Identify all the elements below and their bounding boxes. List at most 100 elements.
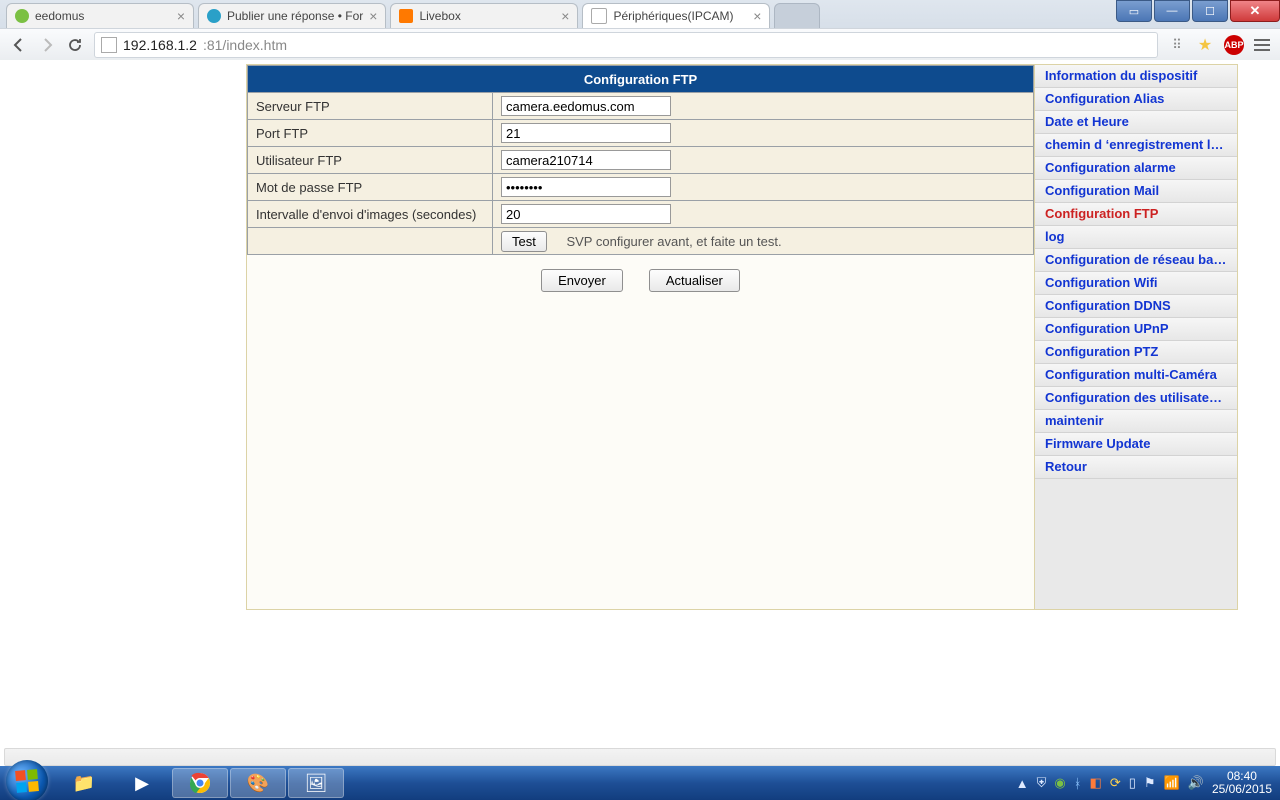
page-viewport: Configuration FTP Serveur FTP Port FTP U… <box>0 60 1280 766</box>
ftp-interval-input[interactable] <box>501 204 671 224</box>
sidebar-item-multicam[interactable]: Configuration multi-Caméra <box>1035 364 1237 387</box>
media-icon: ▶ <box>135 773 149 794</box>
ftp-port-input[interactable] <box>501 123 671 143</box>
taskbar-pictures[interactable]: 🖼 <box>288 768 344 798</box>
sidebar-item-device-info[interactable]: Information du dispositif <box>1035 65 1237 88</box>
window-maximize-button[interactable]: ☐ <box>1192 0 1228 22</box>
horizontal-scrollbar[interactable] <box>4 748 1276 766</box>
forward-button[interactable] <box>38 36 56 54</box>
tray-sync-icon[interactable]: ⟳ <box>1110 775 1121 791</box>
taskbar-chrome[interactable] <box>172 768 228 798</box>
tab-label: Livebox <box>419 9 460 23</box>
tray-shield-icon[interactable]: ⛨ <box>1037 775 1047 791</box>
url-rest: :81/index.htm <box>203 37 287 53</box>
system-tray: ▲ ⛨ ◉ ᚼ ◧ ⟳ ▯ ⚑ 📶 🔊 08:40 25/06/2015 <box>1016 770 1280 796</box>
browser-chrome: eedomus × Publier une réponse • For × Li… <box>0 0 1280 62</box>
reload-button[interactable] <box>66 36 84 54</box>
sidebar-item-wifi[interactable]: Configuration Wifi <box>1035 272 1237 295</box>
tab-label: eedomus <box>35 9 84 23</box>
tab-close-icon[interactable]: × <box>561 9 569 23</box>
ipcam-main-panel: Configuration FTP Serveur FTP Port FTP U… <box>247 65 1034 609</box>
chrome-icon <box>189 772 211 794</box>
ftp-title: Configuration FTP <box>248 66 1034 93</box>
paint-icon: 🎨 <box>247 773 269 794</box>
sidebar-item-maintain[interactable]: maintenir <box>1035 410 1237 433</box>
tab-eedomus[interactable]: eedomus × <box>6 3 194 28</box>
window-controls: ▭ — ☐ ✕ <box>1114 0 1280 22</box>
window-secondary-button[interactable]: ▭ <box>1116 0 1152 22</box>
start-button[interactable] <box>6 760 48 800</box>
sidebar-item-users[interactable]: Configuration des utilisateurs <box>1035 387 1237 410</box>
favicon-icon <box>15 9 29 23</box>
sidebar-item-local-record[interactable]: chemin d ‘enregistrement local <box>1035 134 1237 157</box>
ftp-server-input[interactable] <box>501 96 671 116</box>
sidebar-item-return[interactable]: Retour <box>1035 456 1237 479</box>
tray-bluetooth-icon[interactable]: ᚼ <box>1074 776 1082 791</box>
tray-app2-icon[interactable]: ◧ <box>1090 775 1102 791</box>
ftp-pass-label: Mot de passe FTP <box>248 174 493 201</box>
menu-button[interactable] <box>1254 39 1270 51</box>
sidebar-item-network-basic[interactable]: Configuration de réseau basique <box>1035 249 1237 272</box>
tray-volume-icon[interactable]: 🔊 <box>1188 775 1204 791</box>
ftp-user-input[interactable] <box>501 150 671 170</box>
favicon-icon <box>207 9 221 23</box>
url-host: 192.168.1.2 <box>123 37 197 53</box>
folder-icon: 📁 <box>73 773 95 794</box>
sidebar-item-alarm[interactable]: Configuration alarme <box>1035 157 1237 180</box>
submit-button[interactable]: Envoyer <box>541 269 623 292</box>
ipcam-frame: Configuration FTP Serveur FTP Port FTP U… <box>246 64 1238 610</box>
sidebar-item-log[interactable]: log <box>1035 226 1237 249</box>
adblock-icon[interactable]: ABP <box>1224 35 1244 55</box>
taskbar-paint[interactable]: 🎨 <box>230 768 286 798</box>
taskbar-clock[interactable]: 08:40 25/06/2015 <box>1212 770 1272 796</box>
window-minimize-button[interactable]: — <box>1154 0 1190 22</box>
tab-label: Publier une réponse • For <box>227 9 363 23</box>
ftp-interval-label: Intervalle d'envoi d'images (secondes) <box>248 201 493 228</box>
picture-icon: 🖼 <box>305 773 328 794</box>
sidebar-item-firmware[interactable]: Firmware Update <box>1035 433 1237 456</box>
tray-flag-icon[interactable]: ⚑ <box>1144 775 1156 791</box>
url-input[interactable]: 192.168.1.2 :81/index.htm <box>94 32 1158 58</box>
sidebar-item-upnp[interactable]: Configuration UPnP <box>1035 318 1237 341</box>
tray-show-hidden-icon[interactable]: ▲ <box>1016 776 1029 791</box>
tab-livebox[interactable]: Livebox × <box>390 3 578 28</box>
sidebar-item-mail[interactable]: Configuration Mail <box>1035 180 1237 203</box>
tab-close-icon[interactable]: × <box>177 9 185 23</box>
favicon-icon <box>399 9 413 23</box>
taskbar-explorer[interactable]: 📁 <box>56 768 112 798</box>
window-close-button[interactable]: ✕ <box>1230 0 1280 22</box>
back-button[interactable] <box>10 36 28 54</box>
sidebar-item-ddns[interactable]: Configuration DDNS <box>1035 295 1237 318</box>
ftp-test-hint: SVP configurer avant, et faite un test. <box>566 234 781 249</box>
taskbar-media[interactable]: ▶ <box>114 768 170 798</box>
sidebar-item-ptz[interactable]: Configuration PTZ <box>1035 341 1237 364</box>
ftp-button-row: Envoyer Actualiser <box>247 255 1034 292</box>
tab-label: Périphériques(IPCAM) <box>613 9 733 23</box>
tab-ipcam[interactable]: Périphériques(IPCAM) × <box>582 3 770 28</box>
clock-date: 25/06/2015 <box>1212 783 1272 796</box>
tray-app-icon[interactable]: ◉ <box>1054 775 1065 791</box>
sidebar-item-alias[interactable]: Configuration Alias <box>1035 88 1237 111</box>
ipcam-side-nav: Information du dispositif Configuration … <box>1034 65 1237 609</box>
bookmark-star-icon[interactable]: ★ <box>1196 36 1214 54</box>
file-icon <box>591 8 607 24</box>
tray-wifi-icon[interactable]: 📶 <box>1164 775 1180 791</box>
taskbar: 📁 ▶ 🎨 🖼 ▲ ⛨ ◉ ᚼ ◧ ⟳ ▯ ⚑ 📶 🔊 08:40 25/06/… <box>0 766 1280 800</box>
ftp-test-button[interactable]: Test <box>501 231 547 252</box>
translate-icon[interactable]: ⠿ <box>1168 36 1186 54</box>
tabs-bar: eedomus × Publier une réponse • For × Li… <box>0 0 1280 28</box>
refresh-button[interactable]: Actualiser <box>649 269 740 292</box>
tab-publier[interactable]: Publier une réponse • For × <box>198 3 386 28</box>
page-icon <box>101 37 117 53</box>
new-tab-button[interactable] <box>774 3 820 28</box>
ftp-user-label: Utilisateur FTP <box>248 147 493 174</box>
sidebar-item-datetime[interactable]: Date et Heure <box>1035 111 1237 134</box>
tray-battery-icon[interactable]: ▯ <box>1129 775 1136 791</box>
ftp-server-label: Serveur FTP <box>248 93 493 120</box>
sidebar-item-ftp[interactable]: Configuration FTP <box>1035 203 1237 226</box>
address-bar: 192.168.1.2 :81/index.htm ⠿ ★ ABP <box>0 28 1280 62</box>
tab-close-icon[interactable]: × <box>369 9 377 23</box>
ftp-test-row-label <box>248 228 493 255</box>
ftp-pass-input[interactable] <box>501 177 671 197</box>
tab-close-icon[interactable]: × <box>753 9 761 23</box>
